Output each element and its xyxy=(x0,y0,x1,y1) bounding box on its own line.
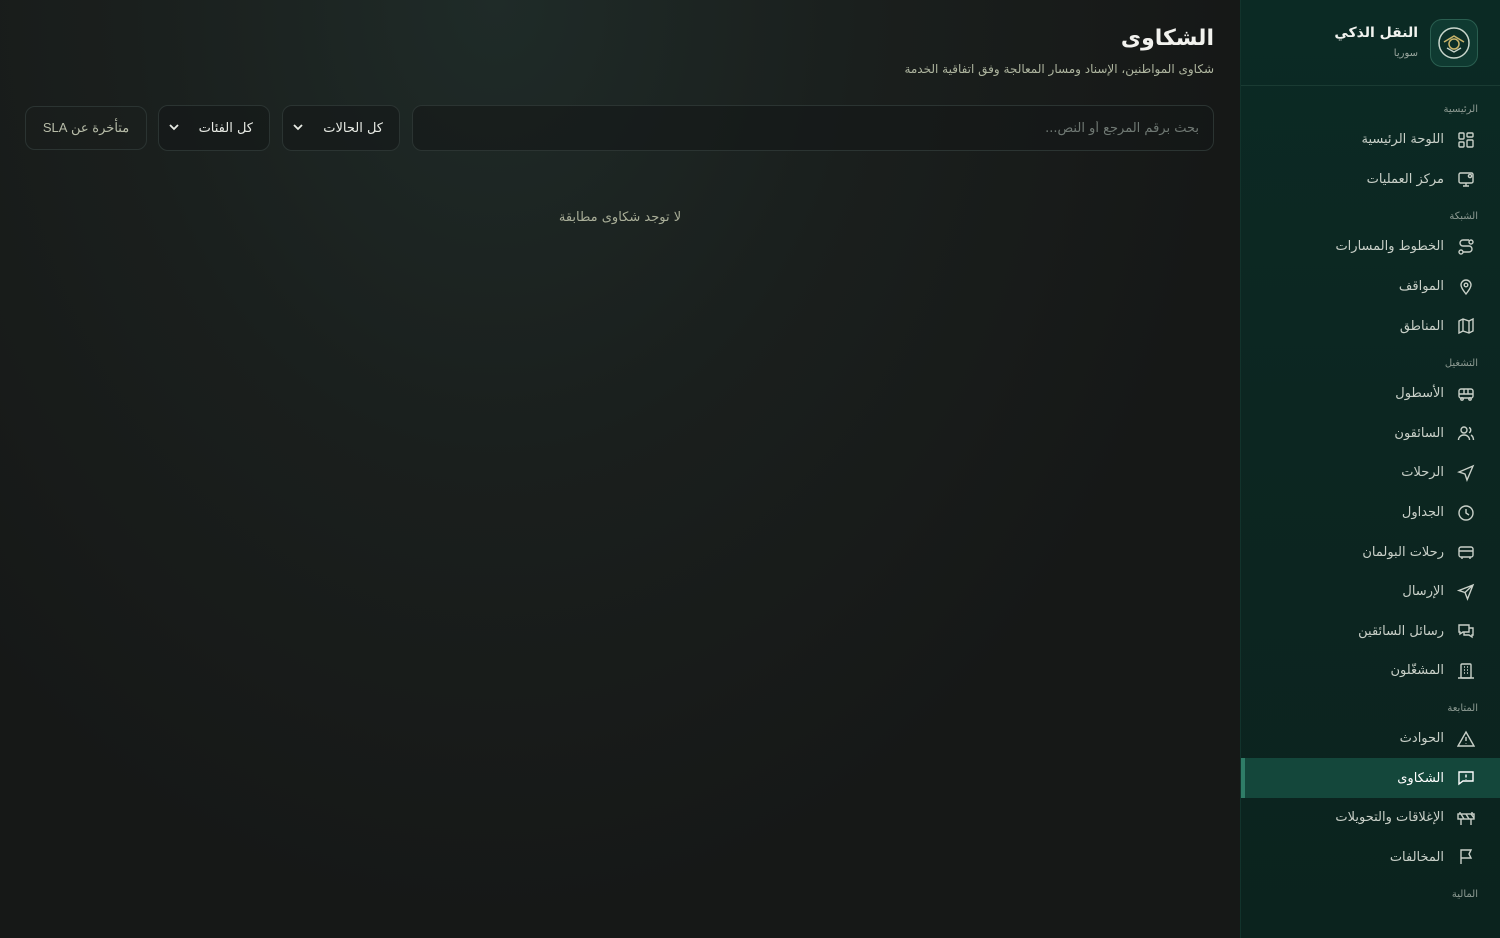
sidebar-item-operators[interactable]: المشغّلون xyxy=(1241,651,1500,691)
sidebar-item-label: الأسطول xyxy=(1395,386,1444,402)
barrier-icon xyxy=(1456,808,1476,828)
sidebar-item-violations[interactable]: المخالفات xyxy=(1241,838,1500,878)
dashboard-icon xyxy=(1456,130,1476,150)
page-subtitle: شكاوى المواطنين، الإسناد ومسار المعالجة … xyxy=(904,62,1214,76)
section-label-finance: المالية xyxy=(1451,889,1478,901)
status-filter-value: كل الحالات xyxy=(323,120,383,136)
page-title: الشكاوى xyxy=(1120,26,1214,51)
complaint-icon xyxy=(1456,768,1476,788)
sidebar-item-closures[interactable]: الإغلاقات والتحويلات xyxy=(1241,798,1500,838)
empty-state-message: لا توجد شكاوى مطابقة xyxy=(558,210,682,225)
chevron-down-icon xyxy=(293,123,303,134)
sidebar-item-dispatch[interactable]: الإرسال xyxy=(1241,572,1500,612)
sidebar-item-dashboard[interactable]: اللوحة الرئيسية xyxy=(1241,120,1500,160)
send-icon xyxy=(1456,582,1476,602)
category-filter-select[interactable]: كل الفئات xyxy=(158,105,270,151)
sidebar-item-label: المشغّلون xyxy=(1390,663,1444,679)
category-filter-value: كل الفئات xyxy=(198,120,253,136)
sidebar-item-routes[interactable]: الخطوط والمسارات xyxy=(1241,227,1500,267)
sidebar-item-incidents[interactable]: الحوادث xyxy=(1241,719,1500,759)
monitor-icon xyxy=(1456,169,1476,189)
sidebar-item-label: الجداول xyxy=(1401,505,1444,521)
users-icon xyxy=(1456,423,1476,443)
logo-icon xyxy=(1430,18,1478,67)
sidebar-item-drivers[interactable]: السائقون xyxy=(1241,414,1500,454)
section-label-main: الرئيسية xyxy=(1443,104,1478,115)
sidebar-item-label: الإغلاقات والتحويلات xyxy=(1335,810,1444,826)
brand[interactable]: النقل الذكي سوريا xyxy=(1241,0,1500,86)
section-label-monitoring: المتابعة xyxy=(1447,702,1478,714)
sidebar: النقل الذكي سوريا الرئيسية اللوحة الرئيس… xyxy=(1240,0,1500,938)
sidebar-item-stops[interactable]: المواقف xyxy=(1241,267,1500,307)
sidebar-item-label: المناطق xyxy=(1399,318,1444,334)
sidebar-item-complaints[interactable]: الشكاوى xyxy=(1241,758,1500,798)
route-icon xyxy=(1456,237,1476,257)
sidebar-item-schedules[interactable]: الجداول xyxy=(1241,493,1500,533)
section-label-operations: التشغيل xyxy=(1444,357,1478,369)
sidebar-item-label: اللوحة الرئيسية xyxy=(1361,132,1444,148)
map-pin-icon xyxy=(1456,277,1476,297)
sidebar-item-zones[interactable]: المناطق xyxy=(1241,306,1500,346)
sidebar-item-driver-messages[interactable]: رسائل السائقين xyxy=(1241,612,1500,652)
sidebar-item-label: الرحلات xyxy=(1401,465,1444,481)
sidebar-item-label: المواقف xyxy=(1398,279,1444,295)
navigation-icon xyxy=(1456,463,1476,483)
sidebar-item-operations-center[interactable]: مركز العمليات xyxy=(1241,160,1500,200)
sidebar-item-fleet[interactable]: الأسطول xyxy=(1241,374,1500,414)
search-input[interactable] xyxy=(413,106,1213,150)
sidebar-item-label: الحوادث xyxy=(1399,731,1444,747)
filters-toolbar: كل الحالات كل الفئات متأخرة عن SLA xyxy=(25,105,1214,151)
sidebar-item-label: مركز العمليات xyxy=(1366,171,1444,187)
sidebar-item-label: الشكاوى xyxy=(1397,770,1444,786)
sidebar-item-label: الإرسال xyxy=(1402,584,1444,600)
chevron-down-icon xyxy=(169,123,179,134)
sidebar-item-label: المخالفات xyxy=(1389,849,1444,865)
sidebar-item-trips[interactable]: الرحلات xyxy=(1241,453,1500,493)
search-box xyxy=(412,105,1214,151)
brand-title: النقل الذكي xyxy=(1334,24,1418,41)
main-content: الشكاوى شكاوى المواطنين، الإسناد ومسار ا… xyxy=(0,0,1240,938)
sidebar-item-label: الخطوط والمسارات xyxy=(1335,239,1444,255)
sidebar-item-coach-trips[interactable]: رحلات البولمان xyxy=(1241,532,1500,572)
sidebar-item-label: رحلات البولمان xyxy=(1362,544,1444,560)
sla-overdue-toggle-button[interactable]: متأخرة عن SLA xyxy=(25,106,147,150)
bus-icon xyxy=(1456,384,1476,404)
flag-icon xyxy=(1456,847,1476,867)
chat-icon xyxy=(1456,621,1476,641)
clock-icon xyxy=(1456,503,1476,523)
status-filter-select[interactable]: كل الحالات xyxy=(282,105,400,151)
warning-icon xyxy=(1456,729,1476,749)
sidebar-item-label: رسائل السائقين xyxy=(1358,623,1444,639)
coach-icon xyxy=(1456,542,1476,562)
building-icon xyxy=(1456,661,1476,681)
app-root: النقل الذكي سوريا الرئيسية اللوحة الرئيس… xyxy=(0,0,1500,938)
section-label-network: الشبكة xyxy=(1449,211,1478,223)
brand-subtitle: سوريا xyxy=(1393,47,1418,59)
sidebar-item-label: السائقون xyxy=(1394,425,1444,441)
map-icon xyxy=(1456,316,1476,336)
